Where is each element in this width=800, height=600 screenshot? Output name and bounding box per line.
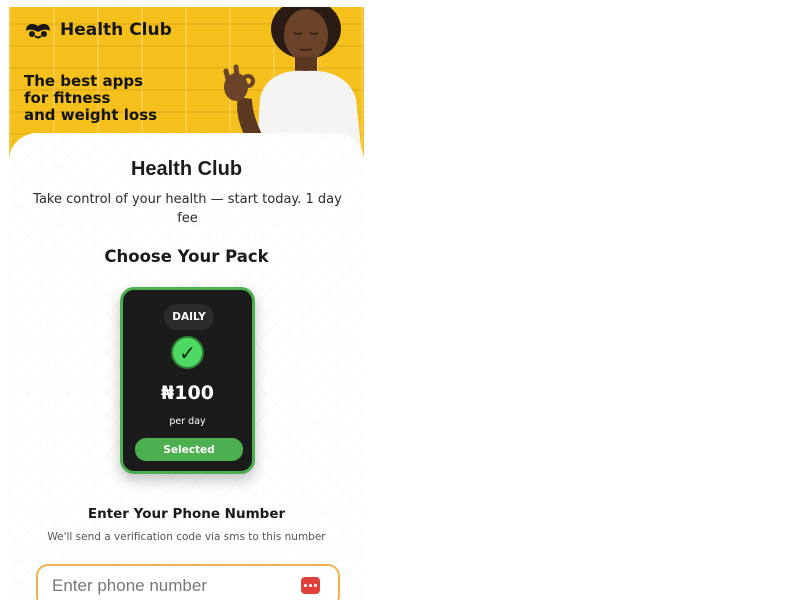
password-keys-icon[interactable] (301, 577, 320, 594)
logo-text: Health Club (60, 20, 172, 40)
brand-logo: Health Club (23, 20, 172, 40)
pack-selected-button[interactable]: Selected (135, 438, 243, 461)
daily-pack-card[interactable]: DAILY ✓ ₦100 per day Selected (120, 287, 255, 474)
phone-number-field[interactable] (36, 564, 340, 600)
pack-period: per day (169, 416, 206, 427)
phone-section-heading: Enter Your Phone Number (87, 506, 286, 522)
app-screen: Health Club The best apps for fitness an… (9, 7, 364, 600)
phone-number-input[interactable] (52, 572, 292, 600)
pack-section-heading: Choose Your Pack (104, 247, 269, 266)
phone-section-note: We'll send a verification code via sms t… (47, 531, 326, 543)
pack-price: ₦100 (161, 382, 214, 404)
page-title: Health Club (130, 158, 243, 180)
pack-badge: DAILY (164, 304, 214, 330)
page-subtitle: Take control of your health — start toda… (33, 192, 342, 226)
check-circle-icon: ✓ (171, 336, 204, 369)
main-card: Health Club Take control of your health … (9, 133, 364, 600)
health-club-logo-icon (26, 23, 50, 39)
